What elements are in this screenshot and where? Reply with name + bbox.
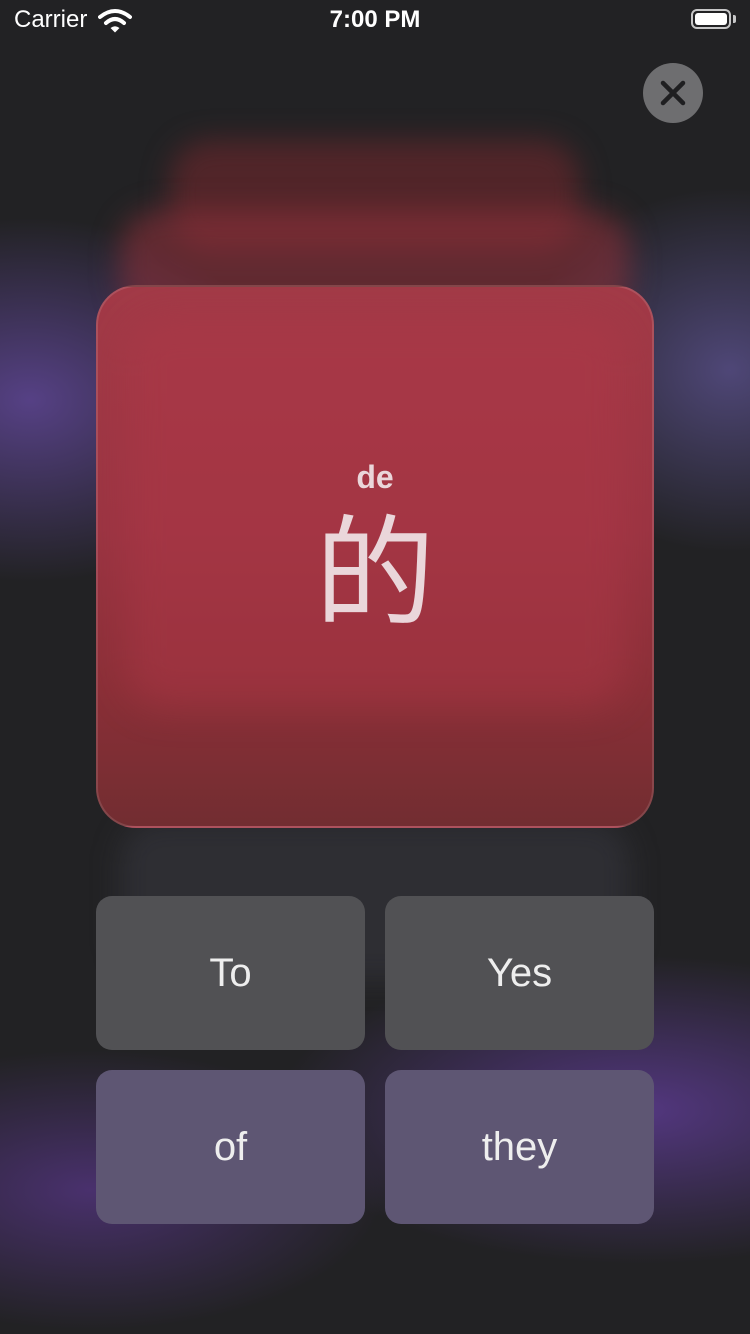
answer-option-yes[interactable]: Yes <box>385 896 654 1050</box>
hanzi-character: 的 <box>315 505 435 644</box>
flashcard: de 的 <box>96 285 654 828</box>
battery-full-icon <box>691 9 731 29</box>
answer-option-they[interactable]: they <box>385 1070 654 1224</box>
close-icon <box>660 80 686 106</box>
battery-level <box>695 13 727 25</box>
answer-option-of[interactable]: of <box>96 1070 365 1224</box>
answer-option-label: they <box>481 1124 558 1169</box>
status-bar: Carrier 7:00 PM <box>0 0 750 40</box>
battery-tip <box>733 15 736 23</box>
clock: 7:00 PM <box>329 6 421 33</box>
answer-option-label: To <box>209 950 252 995</box>
answer-option-label: of <box>213 1124 248 1169</box>
close-button[interactable] <box>643 63 703 123</box>
answer-option-label: Yes <box>486 950 553 995</box>
pinyin-label: de <box>356 459 394 495</box>
answer-option-to[interactable]: To <box>96 896 365 1050</box>
